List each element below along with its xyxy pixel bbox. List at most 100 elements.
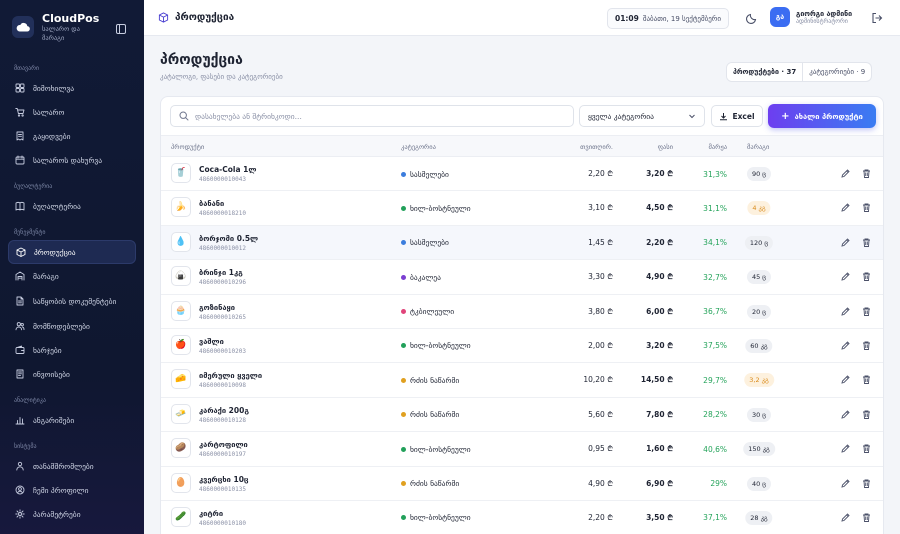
table-row[interactable]: 🧁 გოზინაყი 4860000010265 ტკბილეული 3,80 ₾ 6,0… xyxy=(161,295,883,329)
table-row[interactable]: 🍌 ბანანი 4860000018210 ხილ-ბოსტნეული 3,10 ₾ 4… xyxy=(161,191,883,226)
table-row[interactable]: 🧀 იმერული ყველი 4860000010098 რძის ნაწარმი 1… xyxy=(161,363,883,398)
product-cost: 10,20 ₾ xyxy=(583,375,613,385)
sidebar-item-calendar[interactable]: სალაროს დახურვა xyxy=(8,148,136,172)
table-row[interactable]: 🥔 კარტოფილი 4860000010197 ხილ-ბოსტნეული 0,95… xyxy=(161,432,883,467)
product-thumbnail: 🥚 xyxy=(171,472,191,493)
logout-icon[interactable] xyxy=(871,12,883,24)
clock: 01:09 შაბათი, 19 სექტემბერი xyxy=(607,8,730,29)
sidebar-item-box[interactable]: პროდუქცია xyxy=(8,240,136,264)
product-margin: 31,1% xyxy=(703,203,727,213)
edit-pencil-icon[interactable] xyxy=(840,168,851,179)
delete-trash-icon[interactable] xyxy=(861,237,872,248)
sidebar-item-book[interactable]: ბუღალტერია xyxy=(8,194,136,218)
sidebar-item-label: პარამეტრები xyxy=(33,509,81,519)
product-name: კარაქი 200გ xyxy=(199,405,250,415)
product-cost: 5,60 ₾ xyxy=(588,409,613,419)
product-name: ბანანი xyxy=(199,199,225,209)
sidebar-item-team[interactable]: თანამშრომლები xyxy=(8,454,136,478)
sidebar-item-users[interactable]: მომწოდებლები xyxy=(8,314,136,338)
product-barcode: 4860000018210 xyxy=(199,210,246,218)
edit-pencil-icon[interactable] xyxy=(840,512,851,523)
search-input[interactable] xyxy=(195,111,565,121)
sidebar-item-receipt[interactable]: გაყიდვები xyxy=(8,124,136,148)
product-price: 6,00 ₾ xyxy=(646,306,673,316)
theme-toggle-moon-icon[interactable] xyxy=(745,11,759,25)
table-row[interactable]: 🍎 ვაშლი 4860000010203 ხილ-ბოსტნეული 2,00 ₾ 3,… xyxy=(161,329,883,364)
category-select[interactable]: ყველა კატეგორია xyxy=(579,105,705,127)
sidebar-item-warehouse[interactable]: მარაგი xyxy=(8,264,136,288)
gear-icon xyxy=(15,509,25,519)
delete-trash-icon[interactable] xyxy=(861,443,872,454)
edit-pencil-icon[interactable] xyxy=(840,374,851,385)
stock-badge: 30 ც xyxy=(746,407,772,422)
product-category: ტკბილეული xyxy=(401,295,454,329)
tab-categories-count[interactable]: კატეგორიები · 9 xyxy=(803,63,871,81)
category-dot xyxy=(401,171,406,177)
download-icon xyxy=(720,112,728,120)
table-row[interactable]: 🥤 Coca-Cola 1ლ 4860000010043 სასმელები 2,20 … xyxy=(161,157,883,192)
sidebar-item-chart[interactable]: ანგარიშები xyxy=(8,408,136,432)
user-menu[interactable]: გა გიორგი ადმინი ადმინისტრატორი xyxy=(770,7,852,27)
product-margin: 29% xyxy=(710,479,727,489)
sidebar-item-label: გაყიდვები xyxy=(33,131,71,141)
stock-badge: 40 ც xyxy=(746,476,772,491)
edit-pencil-icon[interactable] xyxy=(840,340,851,351)
category-label: ხილ-ბოსტნეული xyxy=(410,513,471,523)
product-thumbnail: 🧀 xyxy=(171,369,191,390)
category-dot xyxy=(401,309,406,315)
table-row[interactable]: 🥚 კვერცხი 10ც 4860000010135 რძის ნაწარმი 4,9… xyxy=(161,467,883,501)
table-row[interactable]: 🥒 კიტრი 4860000010180 ხილ-ბოსტნეული 2,20 ₾ 3,… xyxy=(161,501,883,534)
excel-export-button[interactable]: Excel xyxy=(711,105,763,127)
delete-trash-icon[interactable] xyxy=(861,306,872,317)
sidebar-section-title: ბუღალტერია xyxy=(14,183,53,190)
col-price[interactable]: ფასი xyxy=(658,136,673,158)
edit-pencil-icon[interactable] xyxy=(840,202,851,213)
delete-trash-icon[interactable] xyxy=(861,374,872,385)
sidebar-item-label: ჩემი პროფილი xyxy=(33,485,89,495)
table-row[interactable]: 🧈 კარაქი 200გ 4860000010128 რძის ნაწარმი 5,6… xyxy=(161,398,883,433)
product-cost: 3,10 ₾ xyxy=(588,203,613,213)
product-thumbnail: 🥔 xyxy=(171,438,191,459)
sidebar-item-profile[interactable]: ჩემი პროფილი xyxy=(8,478,136,502)
delete-trash-icon[interactable] xyxy=(861,271,872,282)
product-cost: 4,90 ₾ xyxy=(588,478,613,488)
edit-pencil-icon[interactable] xyxy=(840,271,851,282)
edit-pencil-icon[interactable] xyxy=(840,306,851,317)
product-barcode: 4860000010135 xyxy=(199,485,246,493)
stock-badge: 120 ც xyxy=(744,235,774,250)
stock-badge: 150 კგ xyxy=(743,442,775,457)
sidebar-item-cart[interactable]: სალარო xyxy=(8,100,136,124)
product-price: 2,20 ₾ xyxy=(646,237,673,247)
sidebar-item-dashboard[interactable]: მიმოხილვა xyxy=(8,76,136,100)
category-label: ხილ-ბოსტნეული xyxy=(410,341,471,351)
col-product[interactable]: პროდუქტი xyxy=(171,136,204,158)
edit-pencil-icon[interactable] xyxy=(840,237,851,248)
col-category[interactable]: კატეგორია xyxy=(401,136,436,158)
table-row[interactable]: 💧 ბორჯომი 0.5ლ 4860000010012 სასმელები 1,45 … xyxy=(161,225,883,261)
tab-products-count[interactable]: პროდუქტები · 37 xyxy=(727,63,804,81)
product-category: რძის ნაწარმი xyxy=(401,398,459,432)
box-icon xyxy=(158,12,169,23)
delete-trash-icon[interactable] xyxy=(861,409,872,420)
table-row[interactable]: 🍙 ბრინჯი 1კგ 4860000010296 ბაკალეა 3,30 ₾ 4,9… xyxy=(161,260,883,295)
delete-trash-icon[interactable] xyxy=(861,478,872,489)
col-margin[interactable]: მარჟა xyxy=(708,136,727,158)
add-product-button[interactable]: + ახალი პროდუქტი xyxy=(768,104,876,128)
search-box xyxy=(170,105,574,127)
product-margin: 40,6% xyxy=(703,444,727,454)
sidebar-collapse-icon[interactable] xyxy=(116,24,126,34)
delete-trash-icon[interactable] xyxy=(861,340,872,351)
delete-trash-icon[interactable] xyxy=(861,168,872,179)
delete-trash-icon[interactable] xyxy=(861,202,872,213)
col-cost[interactable]: თვითღირ. xyxy=(580,136,613,158)
edit-pencil-icon[interactable] xyxy=(840,443,851,454)
product-barcode: 4860000010098 xyxy=(199,382,246,390)
sidebar-item-gear[interactable]: პარამეტრები xyxy=(8,502,136,526)
sidebar-item-invoice[interactable]: ინვოისები xyxy=(8,362,136,386)
edit-pencil-icon[interactable] xyxy=(840,409,851,420)
delete-trash-icon[interactable] xyxy=(861,512,872,523)
sidebar-item-document[interactable]: საწყობის დოკუმენტები xyxy=(8,288,136,314)
edit-pencil-icon[interactable] xyxy=(840,478,851,489)
col-stock[interactable]: მარაგი xyxy=(747,136,769,158)
sidebar-item-wallet[interactable]: ხარჯები xyxy=(8,338,136,362)
